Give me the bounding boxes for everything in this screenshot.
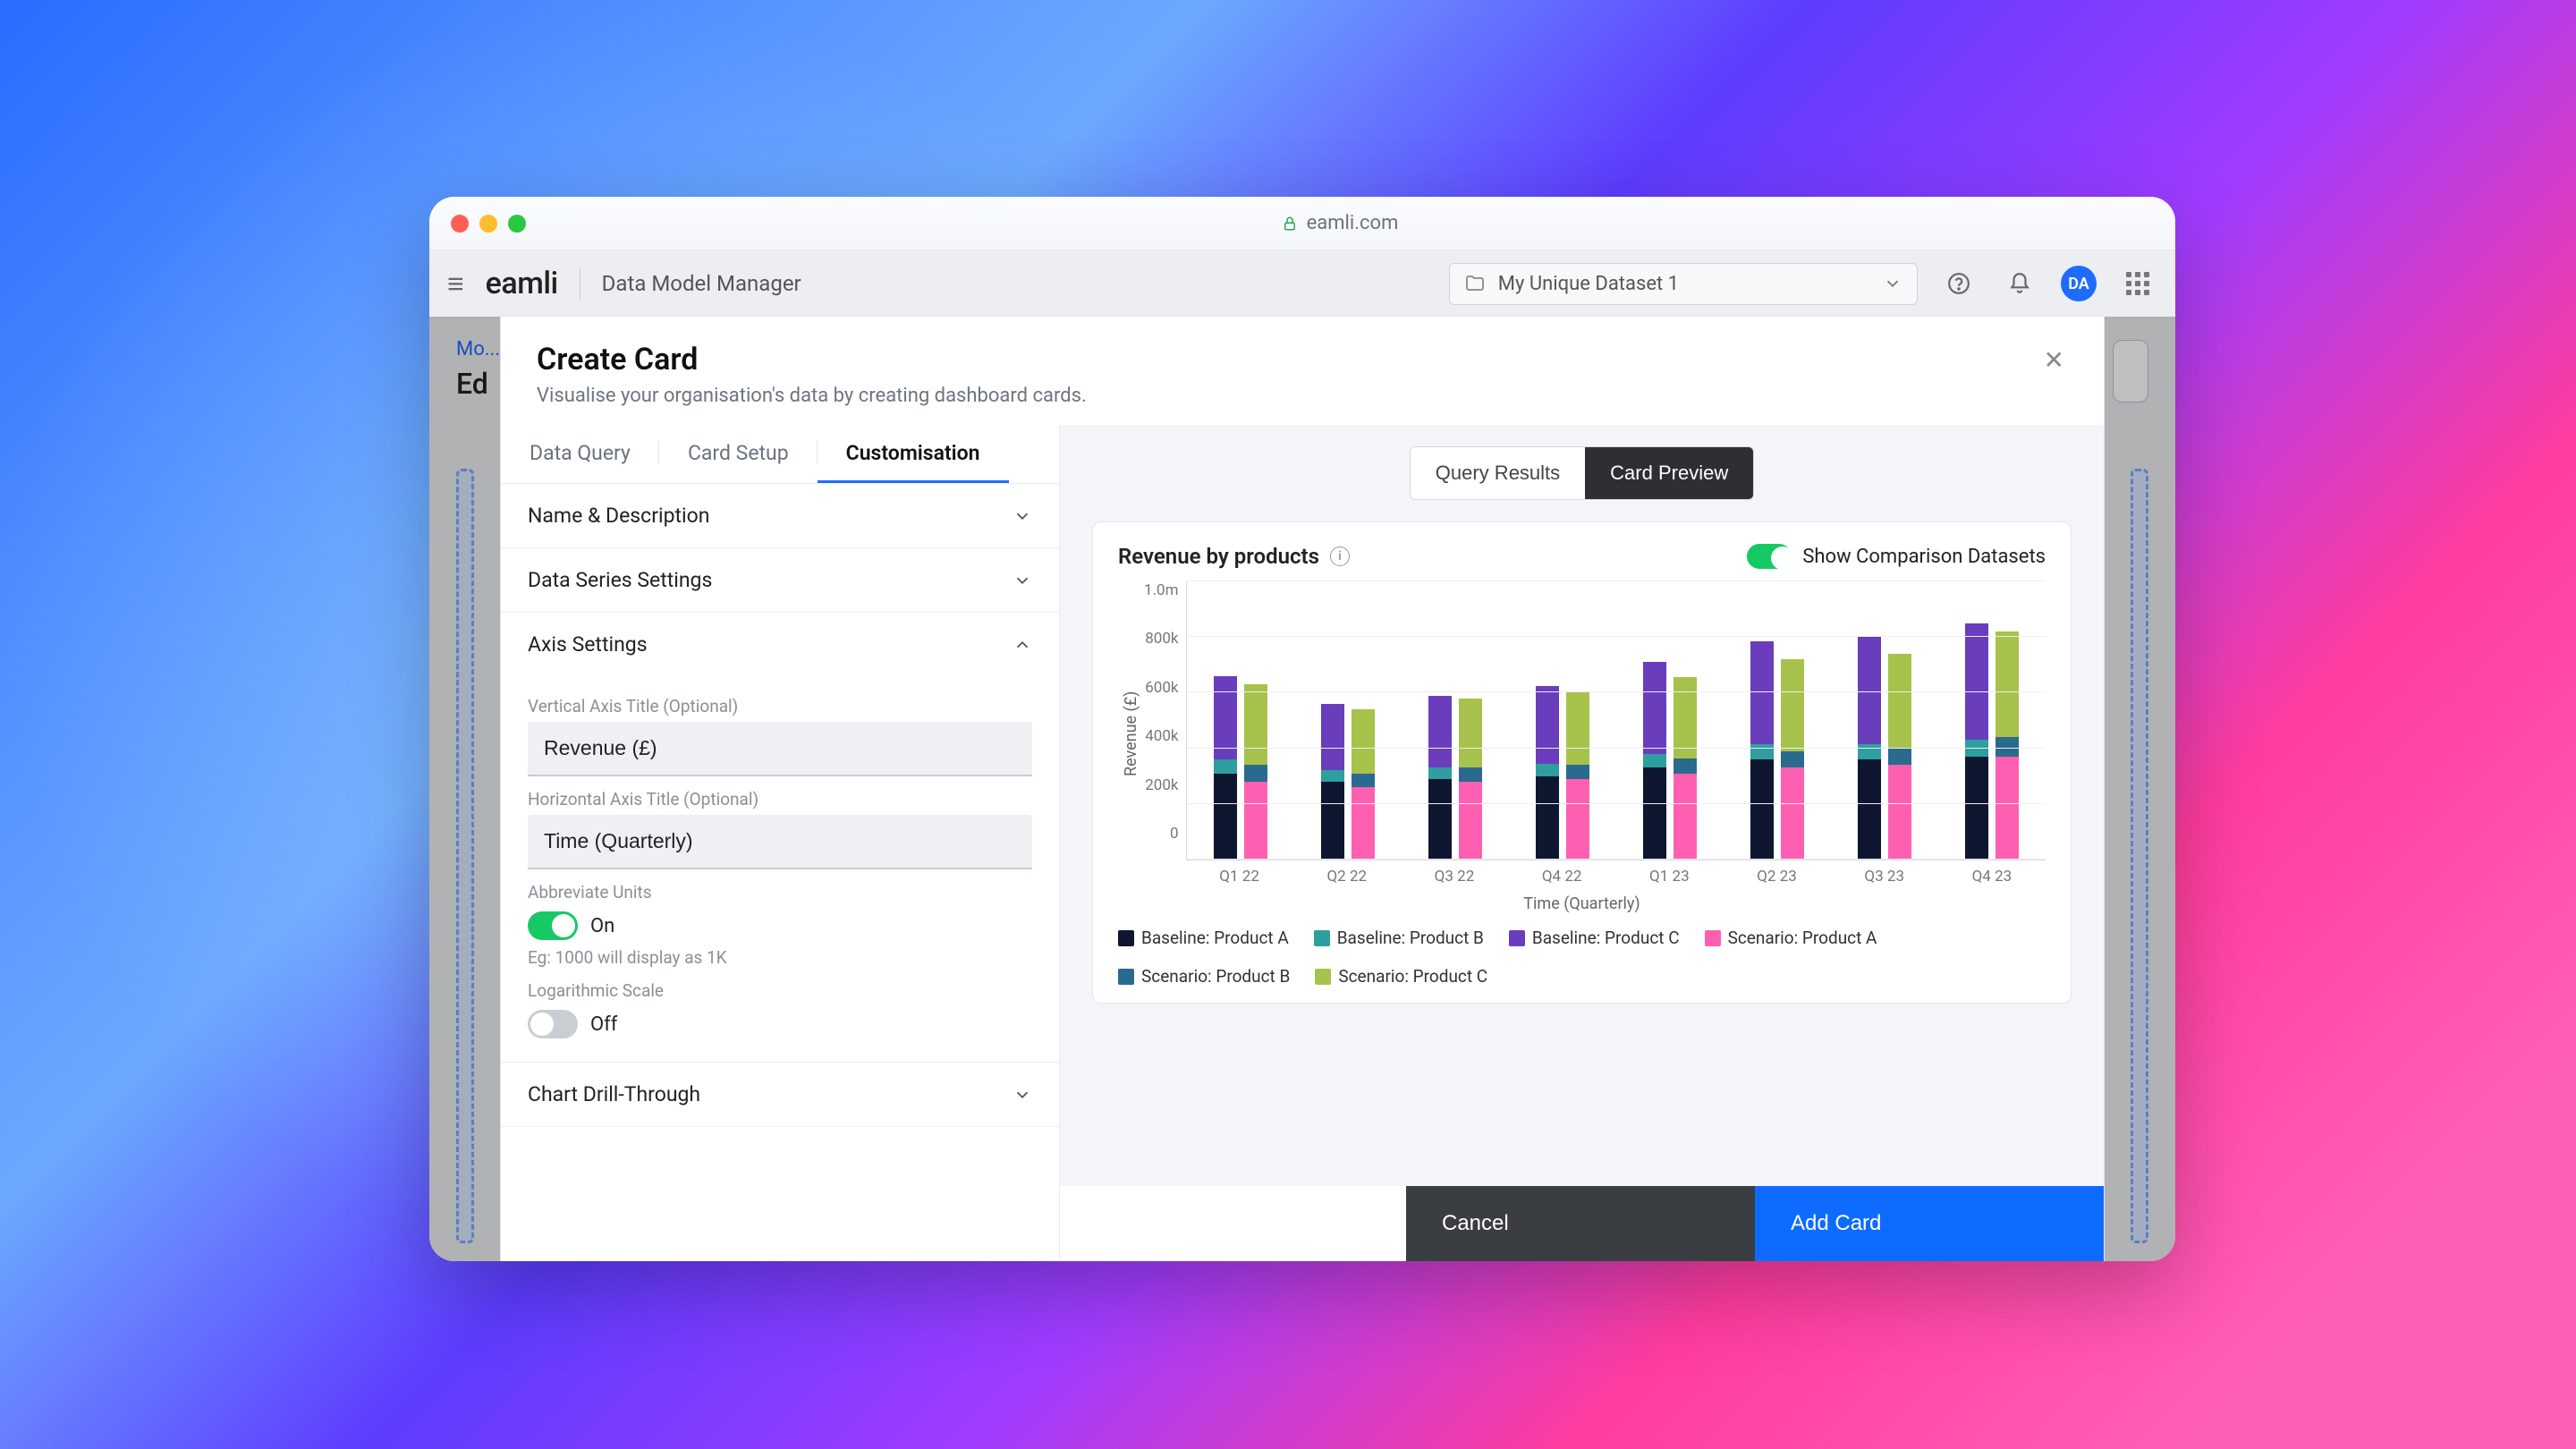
abbreviate-units-toggle[interactable]: [528, 911, 578, 940]
maximize-window-button[interactable]: [508, 215, 526, 233]
folder-icon: [1464, 273, 1486, 294]
modal-title: Create Card: [537, 342, 1087, 377]
comparison-toggle-label: Show Comparison Datasets: [1802, 546, 2046, 568]
lock-icon: [1282, 216, 1298, 232]
chevron-down-icon: [1013, 1085, 1032, 1105]
help-button[interactable]: [1939, 264, 1979, 303]
chart-title: Revenue by products: [1118, 544, 1319, 569]
section-drill-through[interactable]: Chart Drill-Through: [501, 1063, 1059, 1126]
bell-icon: [2008, 272, 2031, 295]
abbreviate-units-label: Abbreviate Units: [528, 882, 1032, 902]
y-axis-ticks: 1.0m800k600k400k200k0: [1144, 581, 1186, 864]
chart-area: Revenue (£) 1.0m800k600k400k200k0 Q1 22Q…: [1118, 581, 2046, 886]
brand-logo[interactable]: eamli: [486, 266, 558, 301]
user-avatar[interactable]: DA: [2061, 266, 2097, 301]
segment-query-results[interactable]: Query Results: [1411, 447, 1585, 499]
x-axis-title: Time (Quarterly): [1118, 894, 2046, 913]
app-toolbar: ≡ eamli Data Model Manager My Unique Dat…: [429, 250, 2175, 317]
y-axis-title: Revenue (£): [1118, 581, 1144, 886]
horizontal-axis-input[interactable]: [528, 815, 1032, 869]
modal-tabs: Data Query Card Setup Customisation: [501, 425, 1059, 484]
close-modal-button[interactable]: ✕: [2040, 342, 2068, 378]
modal-footer: Cancel Add Card: [1060, 1186, 2104, 1261]
segment-card-preview[interactable]: Card Preview: [1585, 447, 1753, 499]
modal-subtitle: Visualise your organisation's data by cr…: [537, 385, 1087, 407]
menu-button[interactable]: ≡: [447, 267, 464, 301]
traffic-lights: [451, 215, 526, 233]
chart-legend: Baseline: Product ABaseline: Product BBa…: [1118, 928, 2046, 987]
apps-grid-button[interactable]: [2118, 264, 2157, 303]
horizontal-axis-label: Horizontal Axis Title (Optional): [528, 789, 1032, 809]
section-title: Data Model Manager: [602, 271, 801, 296]
chevron-down-icon: [1013, 506, 1032, 526]
info-icon[interactable]: i: [1330, 547, 1350, 566]
chart-plot: [1186, 581, 2046, 860]
browser-window: eamli.com ≡ eamli Data Model Manager My …: [429, 197, 2175, 1261]
vertical-axis-label: Vertical Axis Title (Optional): [528, 696, 1032, 716]
notifications-button[interactable]: [2000, 264, 2039, 303]
page-content: Mo... Ed Create Card Visualise your orga…: [429, 317, 2175, 1261]
section-name-description[interactable]: Name & Description: [501, 484, 1059, 547]
log-scale-toggle[interactable]: [528, 1010, 578, 1038]
section-axis-settings[interactable]: Axis Settings: [501, 613, 1059, 676]
axis-settings-body: Vertical Axis Title (Optional) Horizonta…: [501, 676, 1059, 1062]
close-window-button[interactable]: [451, 215, 469, 233]
modal-header: Create Card Visualise your organisation'…: [501, 317, 2104, 425]
section-data-series[interactable]: Data Series Settings: [501, 548, 1059, 612]
tab-card-setup[interactable]: Card Setup: [659, 425, 818, 483]
settings-panel: Data Query Card Setup Customisation Name…: [501, 425, 1060, 1261]
comparison-toggle[interactable]: [1747, 544, 1792, 569]
create-card-modal: Create Card Visualise your organisation'…: [501, 317, 2104, 1261]
vertical-axis-input[interactable]: [528, 722, 1032, 776]
grid-icon: [2126, 272, 2149, 295]
minimize-window-button[interactable]: [479, 215, 497, 233]
log-scale-label: Logarithmic Scale: [528, 980, 1032, 1001]
x-axis-ticks: Q1 22Q2 22Q3 22Q4 22Q1 23Q2 23Q3 23Q4 23: [1186, 860, 2046, 886]
tab-data-query[interactable]: Data Query: [501, 425, 659, 483]
cancel-button[interactable]: Cancel: [1406, 1186, 1755, 1261]
dataset-selector[interactable]: My Unique Dataset 1: [1449, 263, 1918, 305]
dataset-name: My Unique Dataset 1: [1498, 273, 1679, 295]
log-scale-state: Off: [590, 1013, 617, 1036]
preview-mode-segment: Query Results Card Preview: [1410, 446, 1754, 500]
chevron-down-icon: [1883, 274, 1902, 293]
abbreviate-units-hint: Eg: 1000 will display as 1K: [528, 947, 1032, 968]
chevron-up-icon: [1013, 635, 1032, 655]
browser-titlebar: eamli.com: [429, 197, 2175, 250]
chevron-down-icon: [1013, 571, 1032, 590]
url-text: eamli.com: [1307, 212, 1399, 234]
address-bar[interactable]: eamli.com: [526, 212, 2154, 234]
chart-card: Revenue by products i Show Comparison Da…: [1092, 521, 2072, 1004]
preview-panel: Query Results Card Preview Revenue by pr…: [1060, 425, 2104, 1261]
tab-customisation[interactable]: Customisation: [818, 425, 1009, 483]
add-card-button[interactable]: Add Card: [1755, 1186, 2104, 1261]
help-icon: [1947, 272, 1970, 295]
abbreviate-units-state: On: [590, 915, 614, 937]
